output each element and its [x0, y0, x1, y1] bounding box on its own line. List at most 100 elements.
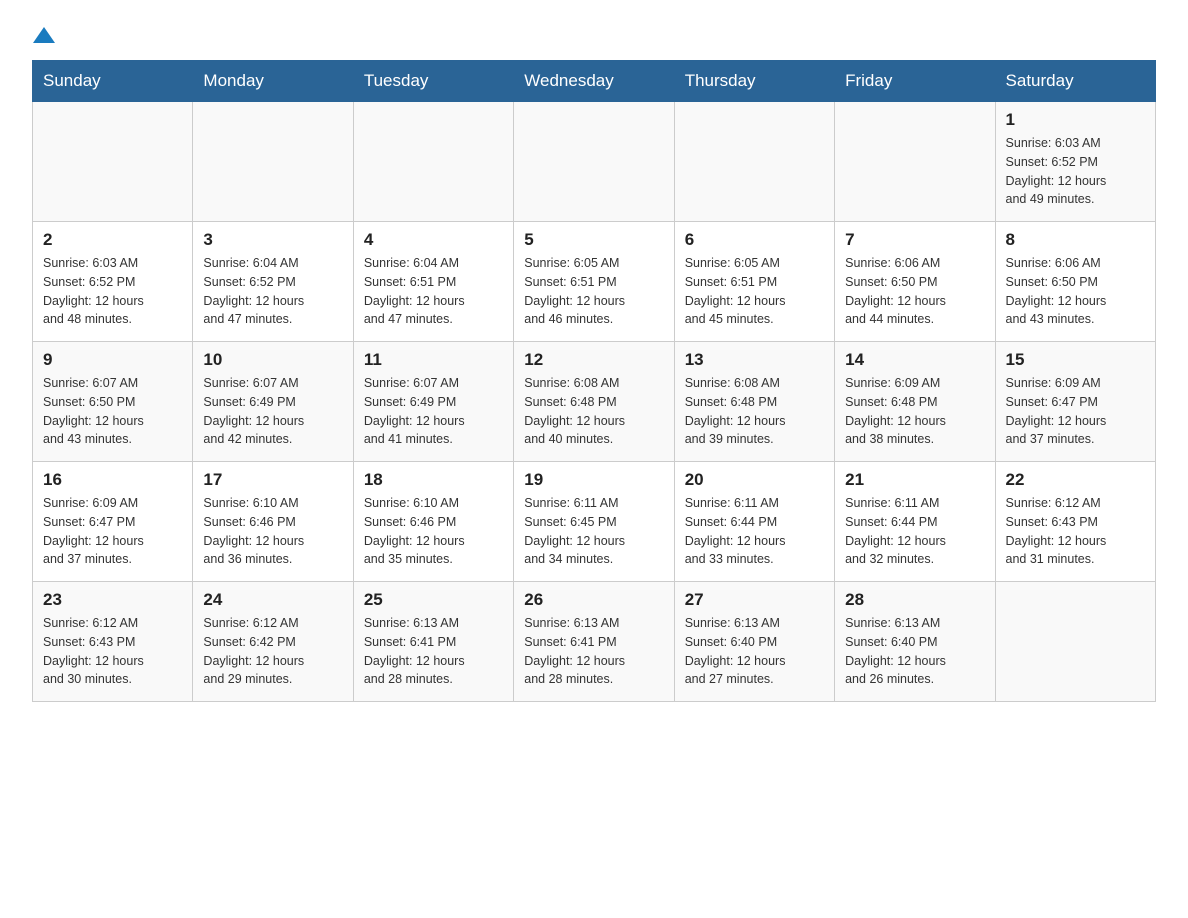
day-info: Sunrise: 6:13 AM Sunset: 6:40 PM Dayligh… [685, 614, 824, 689]
day-info: Sunrise: 6:09 AM Sunset: 6:48 PM Dayligh… [845, 374, 984, 449]
calendar-cell [33, 102, 193, 222]
day-info: Sunrise: 6:11 AM Sunset: 6:44 PM Dayligh… [845, 494, 984, 569]
day-info: Sunrise: 6:07 AM Sunset: 6:49 PM Dayligh… [203, 374, 342, 449]
calendar-cell [995, 582, 1155, 702]
calendar-cell: 17 Sunrise: 6:10 AM Sunset: 6:46 PM Dayli… [193, 462, 353, 582]
day-info: Sunrise: 6:10 AM Sunset: 6:46 PM Dayligh… [364, 494, 503, 569]
day-number: 6 [685, 230, 824, 250]
day-number: 7 [845, 230, 984, 250]
calendar-week-row: 16 Sunrise: 6:09 AM Sunset: 6:47 PM Dayli… [33, 462, 1156, 582]
calendar-cell: 27 Sunrise: 6:13 AM Sunset: 6:40 PM Dayli… [674, 582, 834, 702]
calendar-cell: 3Sunrise: 6:04 AM Sunset: 6:52 PM Daylig… [193, 222, 353, 342]
day-number: 26 [524, 590, 663, 610]
calendar-cell: 15 Sunrise: 6:09 AM Sunset: 6:47 PM Dayli… [995, 342, 1155, 462]
column-header-saturday: Saturday [995, 61, 1155, 102]
column-header-wednesday: Wednesday [514, 61, 674, 102]
day-number: 5 [524, 230, 663, 250]
calendar-cell: 19Sunrise: 6:11 AM Sunset: 6:45 PM Dayli… [514, 462, 674, 582]
logo [32, 24, 56, 42]
calendar-cell [353, 102, 513, 222]
calendar-cell: 8 Sunrise: 6:06 AM Sunset: 6:50 PM Daylig… [995, 222, 1155, 342]
calendar-cell: 24 Sunrise: 6:12 AM Sunset: 6:42 PM Dayli… [193, 582, 353, 702]
day-info: Sunrise: 6:11 AM Sunset: 6:45 PM Dayligh… [524, 494, 663, 569]
day-info: Sunrise: 6:03 AM Sunset: 6:52 PM Dayligh… [1006, 134, 1145, 209]
calendar-cell: 21 Sunrise: 6:11 AM Sunset: 6:44 PM Dayli… [835, 462, 995, 582]
day-info: Sunrise: 6:08 AM Sunset: 6:48 PM Dayligh… [524, 374, 663, 449]
page-header [32, 24, 1156, 42]
day-info: Sunrise: 6:10 AM Sunset: 6:46 PM Dayligh… [203, 494, 342, 569]
day-info: Sunrise: 6:08 AM Sunset: 6:48 PM Dayligh… [685, 374, 824, 449]
day-number: 16 [43, 470, 182, 490]
column-header-sunday: Sunday [33, 61, 193, 102]
day-info: Sunrise: 6:12 AM Sunset: 6:42 PM Dayligh… [203, 614, 342, 689]
calendar-header-row: SundayMondayTuesdayWednesdayThursdayFrid… [33, 61, 1156, 102]
day-number: 15 [1006, 350, 1145, 370]
day-info: Sunrise: 6:13 AM Sunset: 6:40 PM Dayligh… [845, 614, 984, 689]
day-info: Sunrise: 6:06 AM Sunset: 6:50 PM Dayligh… [845, 254, 984, 329]
calendar-cell: 23 Sunrise: 6:12 AM Sunset: 6:43 PM Dayli… [33, 582, 193, 702]
day-info: Sunrise: 6:05 AM Sunset: 6:51 PM Dayligh… [685, 254, 824, 329]
calendar-cell: 20Sunrise: 6:11 AM Sunset: 6:44 PM Dayli… [674, 462, 834, 582]
day-info: Sunrise: 6:05 AM Sunset: 6:51 PM Dayligh… [524, 254, 663, 329]
calendar-cell: 2 Sunrise: 6:03 AM Sunset: 6:52 PM Daylig… [33, 222, 193, 342]
day-info: Sunrise: 6:06 AM Sunset: 6:50 PM Dayligh… [1006, 254, 1145, 329]
calendar-cell [674, 102, 834, 222]
calendar-week-row: 1 Sunrise: 6:03 AM Sunset: 6:52 PM Daylig… [33, 102, 1156, 222]
day-number: 14 [845, 350, 984, 370]
day-number: 1 [1006, 110, 1145, 130]
calendar-week-row: 2 Sunrise: 6:03 AM Sunset: 6:52 PM Daylig… [33, 222, 1156, 342]
calendar-cell: 25Sunrise: 6:13 AM Sunset: 6:41 PM Dayli… [353, 582, 513, 702]
column-header-thursday: Thursday [674, 61, 834, 102]
day-number: 12 [524, 350, 663, 370]
day-number: 25 [364, 590, 503, 610]
column-header-friday: Friday [835, 61, 995, 102]
logo-icon [33, 24, 55, 46]
day-info: Sunrise: 6:09 AM Sunset: 6:47 PM Dayligh… [43, 494, 182, 569]
column-header-tuesday: Tuesday [353, 61, 513, 102]
column-header-monday: Monday [193, 61, 353, 102]
day-number: 4 [364, 230, 503, 250]
day-number: 9 [43, 350, 182, 370]
day-info: Sunrise: 6:07 AM Sunset: 6:50 PM Dayligh… [43, 374, 182, 449]
day-number: 17 [203, 470, 342, 490]
calendar-cell: 6 Sunrise: 6:05 AM Sunset: 6:51 PM Daylig… [674, 222, 834, 342]
calendar-cell: 18 Sunrise: 6:10 AM Sunset: 6:46 PM Dayli… [353, 462, 513, 582]
calendar-cell: 10 Sunrise: 6:07 AM Sunset: 6:49 PM Dayli… [193, 342, 353, 462]
calendar-cell: 11 Sunrise: 6:07 AM Sunset: 6:49 PM Dayli… [353, 342, 513, 462]
day-info: Sunrise: 6:07 AM Sunset: 6:49 PM Dayligh… [364, 374, 503, 449]
day-number: 24 [203, 590, 342, 610]
calendar-cell: 26 Sunrise: 6:13 AM Sunset: 6:41 PM Dayli… [514, 582, 674, 702]
day-info: Sunrise: 6:09 AM Sunset: 6:47 PM Dayligh… [1006, 374, 1145, 449]
day-number: 8 [1006, 230, 1145, 250]
calendar-cell [193, 102, 353, 222]
calendar-cell [514, 102, 674, 222]
calendar-cell: 9 Sunrise: 6:07 AM Sunset: 6:50 PM Daylig… [33, 342, 193, 462]
day-number: 18 [364, 470, 503, 490]
day-info: Sunrise: 6:12 AM Sunset: 6:43 PM Dayligh… [1006, 494, 1145, 569]
day-number: 2 [43, 230, 182, 250]
calendar-cell: 4 Sunrise: 6:04 AM Sunset: 6:51 PM Daylig… [353, 222, 513, 342]
calendar-cell: 7 Sunrise: 6:06 AM Sunset: 6:50 PM Daylig… [835, 222, 995, 342]
day-number: 21 [845, 470, 984, 490]
calendar-week-row: 23 Sunrise: 6:12 AM Sunset: 6:43 PM Dayli… [33, 582, 1156, 702]
day-info: Sunrise: 6:12 AM Sunset: 6:43 PM Dayligh… [43, 614, 182, 689]
calendar-week-row: 9 Sunrise: 6:07 AM Sunset: 6:50 PM Daylig… [33, 342, 1156, 462]
calendar-cell: 14 Sunrise: 6:09 AM Sunset: 6:48 PM Dayli… [835, 342, 995, 462]
day-number: 3 [203, 230, 342, 250]
day-number: 22 [1006, 470, 1145, 490]
day-number: 27 [685, 590, 824, 610]
day-info: Sunrise: 6:13 AM Sunset: 6:41 PM Dayligh… [524, 614, 663, 689]
day-number: 10 [203, 350, 342, 370]
calendar-cell [835, 102, 995, 222]
calendar-cell: 13Sunrise: 6:08 AM Sunset: 6:48 PM Dayli… [674, 342, 834, 462]
calendar-table: SundayMondayTuesdayWednesdayThursdayFrid… [32, 60, 1156, 702]
day-number: 28 [845, 590, 984, 610]
calendar-cell: 5 Sunrise: 6:05 AM Sunset: 6:51 PM Daylig… [514, 222, 674, 342]
calendar-cell: 16 Sunrise: 6:09 AM Sunset: 6:47 PM Dayli… [33, 462, 193, 582]
calendar-cell: 1 Sunrise: 6:03 AM Sunset: 6:52 PM Daylig… [995, 102, 1155, 222]
day-info: Sunrise: 6:03 AM Sunset: 6:52 PM Dayligh… [43, 254, 182, 329]
day-number: 23 [43, 590, 182, 610]
day-info: Sunrise: 6:04 AM Sunset: 6:51 PM Dayligh… [364, 254, 503, 329]
day-number: 11 [364, 350, 503, 370]
calendar-cell: 28 Sunrise: 6:13 AM Sunset: 6:40 PM Dayli… [835, 582, 995, 702]
